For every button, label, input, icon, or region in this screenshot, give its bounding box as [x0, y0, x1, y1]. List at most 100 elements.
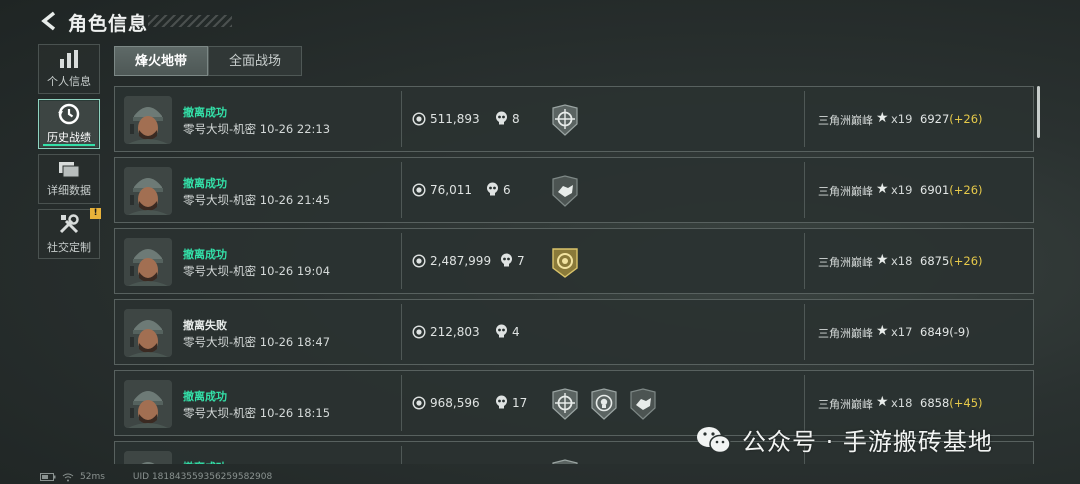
star-count: x19 — [891, 112, 913, 126]
column-divider — [401, 162, 402, 218]
medal-badges — [550, 104, 580, 136]
rank-name: 三角洲巅峰 — [818, 256, 873, 269]
sidebar-item-label: 社交定制 — [47, 241, 91, 254]
kill-count: 4 — [512, 325, 520, 339]
star-icon: ★ — [876, 252, 889, 268]
score-value: 6927 — [920, 112, 950, 126]
skull-icon — [496, 395, 507, 409]
map-and-time: 零号大坝-机密 10-26 22:13 — [183, 122, 331, 136]
star-count: x18 — [891, 396, 913, 410]
skull-icon — [501, 253, 512, 267]
rank-score: 6858(+45) — [920, 396, 983, 410]
medal-badges — [550, 246, 580, 278]
score-value: 6858 — [920, 396, 950, 410]
handshake-badge-icon[interactable] — [628, 388, 658, 420]
ping-value: 52ms — [80, 472, 105, 482]
asset-value: 968,596 — [430, 396, 480, 410]
column-divider — [804, 91, 805, 147]
star-icon: ★ — [876, 181, 889, 197]
shield-crosshair-badge-icon[interactable] — [550, 104, 580, 136]
battery-icon — [40, 473, 56, 481]
coin-icon — [412, 325, 426, 339]
score-value: 6875 — [920, 254, 950, 268]
extraction-status: 撤离成功 — [183, 248, 227, 261]
title-decoration — [148, 15, 232, 27]
kill-count: 8 — [512, 112, 520, 126]
extraction-status: 撤离失败 — [183, 319, 227, 332]
shield-crosshair-badge-icon[interactable] — [550, 459, 580, 464]
shield-skull-badge-icon[interactable] — [589, 388, 619, 420]
column-divider — [804, 162, 805, 218]
column-divider — [401, 304, 402, 360]
asset-value: 511,893 — [430, 112, 480, 126]
column-divider — [804, 233, 805, 289]
avatar — [124, 167, 172, 215]
map-and-time: 零号大坝-机密 10-26 18:47 — [183, 335, 331, 349]
tab-full-battlefield[interactable]: 全面战场 — [208, 46, 302, 76]
operator-portrait-icon — [124, 380, 172, 428]
star-count: x18 — [891, 254, 913, 268]
handshake-badge-icon[interactable] — [550, 175, 580, 207]
score-value: 6849 — [920, 325, 950, 339]
star-icon: ★ — [876, 323, 889, 339]
wechat-icon — [697, 426, 731, 453]
match-row[interactable]: 撤离成功 零号大坝-机密 10-26 19:04 2,487,999 7 三角洲… — [114, 228, 1034, 294]
sidebar-item-label: 个人信息 — [47, 75, 91, 88]
match-row[interactable]: 撤离成功 零号大坝-机密 10-26 21:45 76,011 6 三角洲巅峰 … — [114, 157, 1034, 223]
wifi-icon — [62, 473, 74, 481]
map-and-time: 零号大坝-机密 10-26 18:15 — [183, 406, 331, 420]
operator-portrait-icon — [124, 451, 172, 464]
medal-badges — [550, 175, 580, 207]
tools-icon — [59, 214, 79, 234]
match-row[interactable]: 撤离成功 零号大坝-机密 10-26 22:13 511,893 8 三角洲巅峰… — [114, 86, 1034, 152]
rank-name: 三角洲巅峰 — [818, 327, 873, 340]
rank-name: 三角洲巅峰 — [818, 398, 873, 411]
back-arrow-icon[interactable] — [38, 10, 60, 32]
star-icon: ★ — [876, 394, 889, 410]
score-delta: (+26) — [949, 112, 983, 126]
skull-icon — [496, 324, 507, 338]
column-divider — [401, 446, 402, 464]
kill-count: 17 — [512, 396, 528, 410]
star-count: x19 — [891, 183, 913, 197]
sidebar-item-personal-info[interactable]: 个人信息 — [38, 44, 100, 94]
match-history-list: 撤离成功 零号大坝-机密 10-26 22:13 511,893 8 三角洲巅峰… — [114, 86, 1034, 464]
sidebar-item-social-custom[interactable]: 社交定制 ! — [38, 208, 101, 259]
mode-tabs: 烽火地带 全面战场 — [114, 46, 302, 76]
asset-value: 2,487,999 — [430, 254, 492, 268]
column-divider — [401, 375, 402, 431]
medal-badges — [550, 459, 580, 464]
column-divider — [804, 304, 805, 360]
coin-icon — [412, 254, 426, 268]
score-delta: (+26) — [949, 183, 983, 197]
sidebar-item-label: 历史战绩 — [47, 131, 91, 144]
map-and-time: 零号大坝-机密 10-26 19:04 — [183, 264, 331, 278]
avatar — [124, 380, 172, 428]
coin-icon — [412, 112, 426, 126]
sidebar-item-history[interactable]: 历史战绩 — [38, 99, 100, 149]
score-delta: (+26) — [949, 254, 983, 268]
rank-score: 6875(+26) — [920, 254, 983, 268]
avatar — [124, 309, 172, 357]
rank-score: 6849(-9) — [920, 325, 970, 339]
asset-value: 212,803 — [430, 325, 480, 339]
extraction-status: 撤离成功 — [183, 177, 227, 190]
map-and-time: 零号大坝-机密 10-26 21:45 — [183, 193, 331, 207]
extraction-status: 撤离成功 — [183, 390, 227, 403]
shield-crosshair-badge-icon[interactable] — [550, 388, 580, 420]
match-row[interactable]: 撤离失败 零号大坝-机密 10-26 18:47 212,803 4 三角洲巅峰… — [114, 299, 1034, 365]
scrollbar[interactable] — [1037, 86, 1040, 138]
extraction-status: 撤离成功 — [183, 106, 227, 119]
operator-portrait-icon — [124, 96, 172, 144]
rank-name: 三角洲巅峰 — [818, 185, 873, 198]
sidebar: 个人信息 历史战绩 详细数据 社交定制 ! — [38, 44, 101, 264]
gold-medal-badge-icon[interactable] — [550, 246, 580, 278]
sidebar-item-detailed-data[interactable]: 详细数据 — [38, 154, 100, 204]
column-divider — [401, 91, 402, 147]
coin-icon — [412, 396, 426, 410]
tab-hazard-zone[interactable]: 烽火地带 — [114, 46, 208, 76]
bar-chart-icon — [60, 50, 78, 68]
operator-portrait-icon — [124, 238, 172, 286]
kill-count: 6 — [503, 183, 511, 197]
history-clock-icon — [58, 103, 80, 125]
